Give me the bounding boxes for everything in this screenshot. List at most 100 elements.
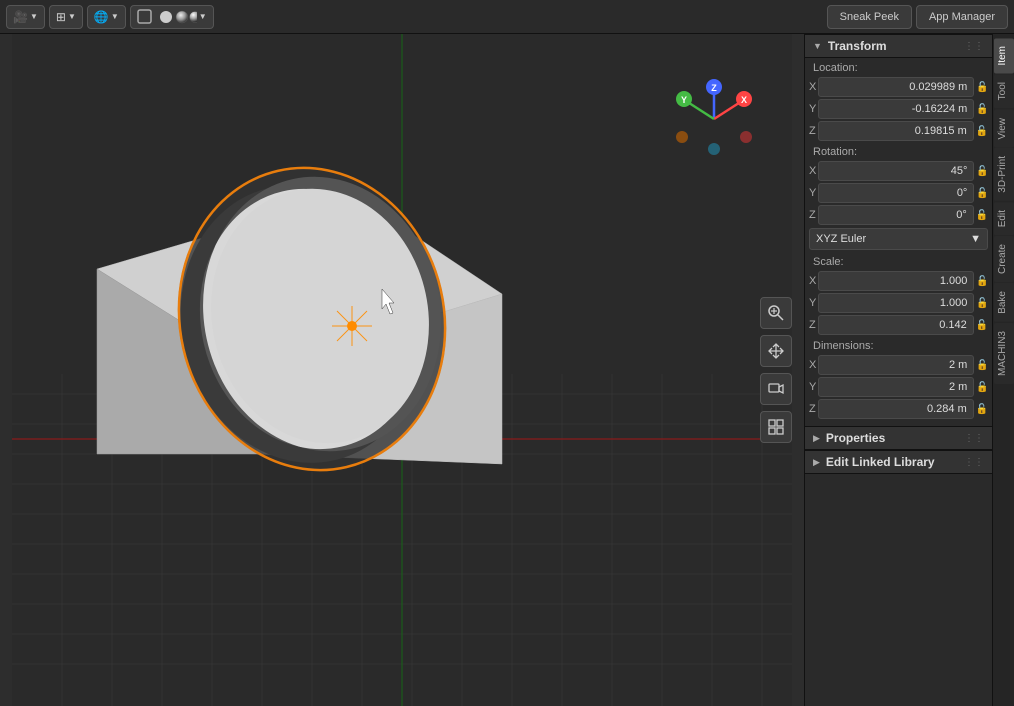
rotation-x-input[interactable] — [818, 161, 974, 181]
dim-z-row: Z 🔓 — [805, 398, 992, 420]
location-z-row: Z 🔓 — [805, 120, 992, 142]
rx-axis-label: X — [809, 165, 816, 177]
tab-bake[interactable]: Bake — [994, 283, 1014, 322]
rotation-z-row: Z 🔓 — [805, 204, 992, 226]
location-y-row: Y 🔓 — [805, 98, 992, 120]
tab-edit[interactable]: Edit — [994, 202, 1014, 235]
gizmo-svg: Z X Y — [674, 79, 754, 159]
scale-z-lock[interactable]: 🔓 — [976, 317, 988, 333]
tab-view[interactable]: View — [994, 110, 1014, 148]
svg-text:X: X — [741, 95, 747, 105]
tab-create[interactable]: Create — [994, 236, 1014, 282]
rotation-z-lock[interactable]: 🔓 — [976, 207, 988, 223]
dim-z-input[interactable] — [818, 399, 974, 419]
sx-axis-label: X — [809, 275, 816, 287]
euler-select[interactable]: XYZ Euler ▼ — [809, 228, 988, 250]
top-toolbar: 🎥 ▼ ⊞ ▼ 🌐 ▼ — [0, 0, 1014, 34]
dim-y-input[interactable] — [818, 377, 974, 397]
rotation-y-row: Y 🔓 — [805, 182, 992, 204]
main-area: Z X Y — [0, 34, 1014, 706]
x-axis-label: X — [809, 81, 816, 93]
right-panel: ▼ Transform ⋮⋮ Location: X 🔓 Y 🔓 Z — [804, 34, 1014, 706]
transform-title: Transform — [828, 39, 958, 53]
zoom-tool-btn[interactable] — [760, 297, 792, 329]
ry-axis-label: Y — [809, 187, 816, 199]
scale-z-row: Z 🔓 — [805, 314, 992, 336]
viewport-mode-btn[interactable]: 🎥 ▼ — [6, 5, 45, 29]
scale-x-input[interactable] — [818, 271, 974, 291]
tab-3dprint[interactable]: 3D-Print — [994, 148, 1014, 201]
gizmo[interactable]: Z X Y — [674, 79, 754, 162]
transform-section-header[interactable]: ▼ Transform ⋮⋮ — [805, 34, 992, 58]
dim-x-row: X 🔓 — [805, 354, 992, 376]
location-label: Location: — [805, 58, 992, 76]
dim-z-lock[interactable]: 🔓 — [976, 401, 988, 417]
location-x-input[interactable] — [818, 77, 974, 97]
sneak-peek-button[interactable]: Sneak Peek — [827, 5, 912, 29]
dz-axis-label: Z — [809, 403, 816, 415]
properties-dots: ⋮⋮ — [964, 433, 984, 444]
app-manager-button[interactable]: App Manager — [916, 5, 1008, 29]
z-axis-label: Z — [809, 125, 816, 137]
overlay-btn[interactable]: ⊞ ▼ — [49, 5, 83, 29]
dim-x-input[interactable] — [818, 355, 974, 375]
chevron-down-icon2: ▼ — [68, 12, 76, 21]
rotation-x-lock[interactable]: 🔓 — [976, 163, 988, 179]
euler-row: XYZ Euler ▼ — [805, 226, 992, 252]
y-axis-label: Y — [809, 103, 816, 115]
collapse-icon: ▼ — [813, 41, 822, 51]
rotation-y-input[interactable] — [818, 183, 974, 203]
sy-axis-label: Y — [809, 297, 816, 309]
location-x-lock[interactable]: 🔓 — [976, 79, 988, 95]
globe-icon: 🌐 — [94, 10, 109, 24]
location-z-input[interactable] — [818, 121, 974, 141]
svg-text:Z: Z — [711, 83, 717, 93]
scale-x-lock[interactable]: 🔓 — [976, 273, 988, 289]
shading-mode-btn[interactable]: ▼ — [130, 5, 214, 29]
dim-y-lock[interactable]: 🔓 — [976, 379, 988, 395]
dim-x-lock[interactable]: 🔓 — [976, 357, 988, 373]
viewport[interactable]: Z X Y — [0, 34, 804, 706]
location-y-input[interactable] — [818, 99, 974, 119]
dx-axis-label: X — [809, 359, 816, 371]
chevron-down-icon3: ▼ — [111, 12, 119, 21]
ell-dots: ⋮⋮ — [964, 457, 984, 468]
tab-tool[interactable]: Tool — [994, 74, 1014, 108]
location-x-row: X 🔓 — [805, 76, 992, 98]
scale-y-lock[interactable]: 🔓 — [976, 295, 988, 311]
render-mode-btn[interactable]: 🌐 ▼ — [87, 5, 126, 29]
rotation-label: Rotation: — [805, 142, 992, 160]
overlay-icon: ⊞ — [56, 10, 66, 24]
chevron-down-icon: ▼ — [30, 12, 38, 21]
properties-section-header[interactable]: ▶ Properties ⋮⋮ — [805, 426, 992, 450]
scale-y-input[interactable] — [818, 293, 974, 313]
tab-item[interactable]: Item — [994, 38, 1014, 73]
properties-title: Properties — [826, 431, 958, 445]
scale-x-row: X 🔓 — [805, 270, 992, 292]
dim-y-row: Y 🔓 — [805, 376, 992, 398]
edit-linked-library-header[interactable]: ▶ Edit Linked Library ⋮⋮ — [805, 450, 992, 474]
scale-label: Scale: — [805, 252, 992, 270]
camera-view-btn[interactable] — [760, 373, 792, 405]
location-y-lock[interactable]: 🔓 — [976, 101, 988, 117]
shading-icon: ▼ — [137, 8, 207, 26]
viewport-tools — [760, 297, 792, 443]
location-z-lock[interactable]: 🔓 — [976, 123, 988, 139]
vertical-tabs: Item Tool View 3D-Print Edit Create Bake… — [992, 34, 1014, 706]
rotation-z-input[interactable] — [818, 205, 974, 225]
euler-chevron: ▼ — [970, 233, 981, 245]
edit-linked-library-title: Edit Linked Library — [826, 455, 958, 469]
pan-tool-btn[interactable] — [760, 335, 792, 367]
rotation-x-row: X 🔓 — [805, 160, 992, 182]
properties-collapse-icon: ▶ — [813, 433, 820, 444]
dy-axis-label: Y — [809, 381, 816, 393]
grid-view-btn[interactable] — [760, 411, 792, 443]
scale-z-input[interactable] — [818, 315, 974, 335]
section-dots: ⋮⋮ — [964, 41, 984, 52]
svg-text:Y: Y — [681, 95, 687, 105]
rotation-y-lock[interactable]: 🔓 — [976, 185, 988, 201]
tab-machin3[interactable]: MACHIN3 — [994, 323, 1014, 384]
rz-axis-label: Z — [809, 209, 816, 221]
camera-icon: 🎥 — [13, 10, 28, 24]
scale-y-row: Y 🔓 — [805, 292, 992, 314]
